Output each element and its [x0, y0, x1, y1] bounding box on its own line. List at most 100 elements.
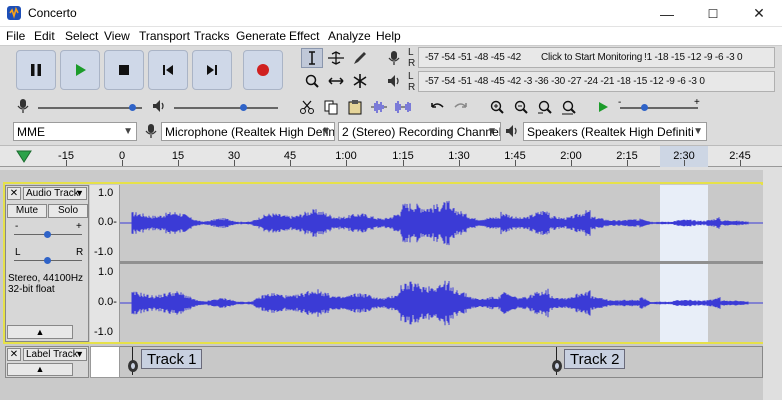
gain-minus-label: - [15, 221, 19, 232]
playback-volume-slider[interactable] [174, 107, 278, 109]
solo-button[interactable]: Solo [48, 204, 88, 218]
waveform-left [120, 200, 763, 246]
playback-volume-knob[interactable] [240, 104, 247, 111]
playback-device-select[interactable]: Speakers (Realtek High Definiti ▼ [523, 122, 707, 141]
pin-playhead-icon[interactable] [16, 149, 32, 163]
clipboard-icon [348, 100, 362, 115]
collapse-track-button[interactable]: ▲ [7, 325, 73, 339]
label-2-handle-icon[interactable] [551, 359, 563, 373]
pause-icon [31, 64, 41, 76]
record-meter-button[interactable] [383, 48, 405, 68]
zoom-tool[interactable] [301, 71, 323, 91]
stop-button[interactable] [104, 50, 144, 90]
label-track-menu-button[interactable]: Label Track ▼ [23, 348, 87, 361]
speaker-icon [153, 100, 164, 112]
vertical-scrollbar[interactable] [763, 170, 782, 400]
skip-to-end-button[interactable] [192, 50, 232, 90]
menu-edit[interactable]: Edit [34, 29, 55, 43]
label-track-close-button[interactable]: ✕ [7, 348, 21, 361]
menu-help[interactable]: Help [376, 29, 401, 43]
menu-tracks[interactable]: Tracks [194, 29, 230, 43]
play-speed-slider[interactable] [620, 107, 698, 109]
audio-host-select[interactable]: MME ▼ [13, 122, 137, 141]
cut-button[interactable] [296, 97, 318, 117]
menu-analyze[interactable]: Analyze [328, 29, 371, 43]
record-meter-click-text: Click to Start Monitoring [541, 52, 643, 63]
zoom-fit-project-icon [562, 100, 576, 115]
time-shift-tool[interactable] [325, 71, 347, 91]
fit-project-button[interactable] [558, 97, 580, 117]
pan-right-label: R [76, 247, 84, 258]
gain-knob[interactable] [44, 231, 51, 238]
chevron-down-icon: ▼ [75, 188, 84, 198]
close-button[interactable]: ✕ [736, 0, 782, 27]
scale-top-ch2: 1.0 [98, 266, 114, 278]
label-1[interactable]: Track 1 [141, 349, 203, 369]
meter-rec-left-label: L [408, 47, 414, 58]
scale-mid-ch2: 0.0- [98, 296, 117, 308]
window-title: Concerto [28, 6, 77, 20]
mute-button[interactable]: Mute [7, 204, 47, 218]
draw-tool[interactable] [349, 48, 371, 68]
pause-button[interactable] [16, 50, 56, 90]
minimize-button[interactable]: — [644, 0, 690, 27]
menu-generate[interactable]: Generate [236, 29, 286, 43]
fit-selection-button[interactable] [534, 97, 556, 117]
waveform-channel-left[interactable] [120, 185, 763, 261]
record-button[interactable] [243, 50, 283, 90]
undo-button[interactable] [426, 97, 448, 117]
play-speed-knob[interactable] [641, 104, 648, 111]
record-volume-slider[interactable] [38, 107, 142, 109]
paste-button[interactable] [344, 97, 366, 117]
label-2[interactable]: Track 2 [564, 349, 626, 369]
play-at-speed-button[interactable] [592, 97, 614, 117]
waveform-channel-right[interactable] [120, 264, 763, 342]
microphone-icon [17, 99, 29, 113]
recording-channels-value: 2 (Stereo) Recording Channels [342, 125, 501, 139]
title-bar: Concerto — ☐ ✕ [0, 0, 782, 27]
scissors-icon [300, 100, 314, 114]
menu-effect[interactable]: Effect [289, 29, 319, 43]
recording-channels-select[interactable]: 2 (Stereo) Recording Channels ▼ [338, 122, 501, 141]
selection-tool[interactable] [301, 48, 323, 68]
multi-tool[interactable] [349, 71, 371, 91]
record-volume-knob[interactable] [129, 104, 136, 111]
chevron-down-icon: ▼ [123, 126, 133, 137]
recording-device-select[interactable]: Microphone (Realtek High Defini ▼ [161, 122, 335, 141]
zoom-out-icon [514, 100, 528, 114]
play-icon [76, 64, 86, 76]
timeline-ruler[interactable]: -15 0 15 30 45 1:00 1:15 1:30 1:45 2:00 … [0, 145, 782, 167]
skip-to-start-button[interactable] [148, 50, 188, 90]
scale-top-ch1: 1.0 [98, 187, 114, 199]
menu-transport[interactable]: Transport [139, 29, 190, 43]
trim-button[interactable] [368, 97, 390, 117]
microphone-icon [388, 51, 400, 65]
play-button[interactable] [60, 50, 100, 90]
zoom-in-button[interactable] [486, 97, 508, 117]
zoom-out-button[interactable] [510, 97, 532, 117]
menu-file[interactable]: File [6, 29, 25, 43]
stop-icon [119, 65, 129, 75]
zoom-fit-selection-icon [538, 100, 552, 114]
meter-play-right-label: R [408, 82, 416, 93]
menu-select[interactable]: Select [65, 29, 98, 43]
silence-button[interactable] [392, 97, 414, 117]
vertical-ruler[interactable] [90, 185, 120, 342]
menu-view[interactable]: View [104, 29, 130, 43]
microphone-icon [145, 124, 157, 138]
label-track-ruler [90, 346, 120, 378]
maximize-button[interactable]: ☐ [690, 0, 736, 27]
copy-button[interactable] [320, 97, 342, 117]
envelope-tool[interactable] [325, 48, 347, 68]
collapse-up-icon: ▲ [35, 364, 45, 374]
double-arrow-icon [328, 77, 344, 85]
label-1-handle-icon[interactable] [127, 359, 139, 373]
pan-knob[interactable] [44, 257, 51, 264]
label-collapse-button[interactable]: ▲ [7, 363, 73, 376]
track-menu-button[interactable]: Audio Track ▼ [23, 187, 87, 200]
playback-meter-button[interactable] [383, 71, 405, 91]
playback-meter-scale: -57 -54 -51 -48 -45 -42 -3 -36 -30 -27 -… [425, 76, 705, 87]
track-close-button[interactable]: ✕ [7, 187, 21, 200]
record-meter-scale-right: !1 -18 -15 -12 -9 -6 -3 0 [644, 52, 743, 63]
redo-button[interactable] [450, 97, 472, 117]
